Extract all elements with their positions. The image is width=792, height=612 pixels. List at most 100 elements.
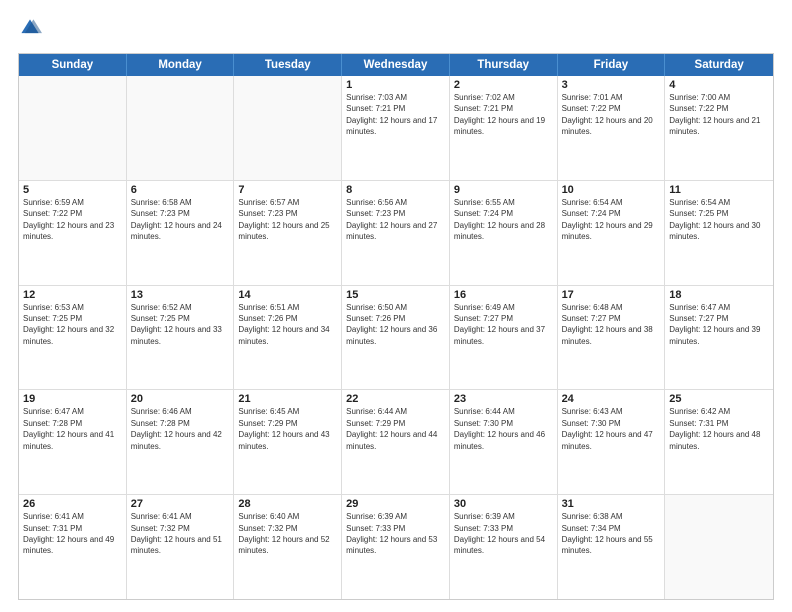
cell-info: Sunrise: 6:41 AMSunset: 7:31 PMDaylight:…: [23, 512, 114, 555]
cell-info: Sunrise: 7:00 AMSunset: 7:22 PMDaylight:…: [669, 93, 760, 136]
calendar-cell: 16 Sunrise: 6:49 AMSunset: 7:27 PMDayligh…: [450, 286, 558, 390]
day-number: 1: [346, 79, 445, 91]
day-number: 11: [669, 184, 769, 196]
calendar-cell: [234, 76, 342, 180]
day-number: 9: [454, 184, 553, 196]
cell-info: Sunrise: 7:01 AMSunset: 7:22 PMDaylight:…: [562, 93, 653, 136]
cell-info: Sunrise: 6:56 AMSunset: 7:23 PMDaylight:…: [346, 198, 437, 241]
cell-info: Sunrise: 6:44 AMSunset: 7:30 PMDaylight:…: [454, 407, 545, 450]
cell-info: Sunrise: 6:54 AMSunset: 7:25 PMDaylight:…: [669, 198, 760, 241]
calendar-cell: 9Sunrise: 6:55 AMSunset: 7:24 PMDaylight…: [450, 181, 558, 285]
calendar-cell: [665, 495, 773, 599]
weekday-header-tuesday: Tuesday: [234, 54, 342, 76]
cell-info: Sunrise: 6:49 AMSunset: 7:27 PMDaylight:…: [454, 303, 545, 346]
day-number: 22: [346, 393, 445, 405]
day-number: 29: [346, 498, 445, 510]
weekday-header-thursday: Thursday: [450, 54, 558, 76]
cell-info: Sunrise: 6:50 AMSunset: 7:26 PMDaylight:…: [346, 303, 437, 346]
day-number: 5: [23, 184, 122, 196]
calendar-cell: 4Sunrise: 7:00 AMSunset: 7:22 PMDaylight…: [665, 76, 773, 180]
cell-info: Sunrise: 6:42 AMSunset: 7:31 PMDaylight:…: [669, 407, 760, 450]
day-number: 16: [454, 289, 553, 301]
calendar-cell: 15 Sunrise: 6:50 AMSunset: 7:26 PMDayligh…: [342, 286, 450, 390]
cell-info: Sunrise: 6:51 AMSunset: 7:26 PMDaylight:…: [238, 303, 329, 346]
cell-info: Sunrise: 6:39 AMSunset: 7:33 PMDaylight:…: [454, 512, 545, 555]
day-number: 18: [669, 289, 769, 301]
calendar-cell: [127, 76, 235, 180]
cell-info: Sunrise: 6:39 AMSunset: 7:33 PMDaylight:…: [346, 512, 437, 555]
day-number: 20: [131, 393, 230, 405]
calendar-cell: 11 Sunrise: 6:54 AMSunset: 7:25 PMDayligh…: [665, 181, 773, 285]
day-number: 13: [131, 289, 230, 301]
calendar-cell: 29 Sunrise: 6:39 AMSunset: 7:33 PMDayligh…: [342, 495, 450, 599]
day-number: 12: [23, 289, 122, 301]
day-number: 8: [346, 184, 445, 196]
calendar-cell: [19, 76, 127, 180]
logo: [18, 16, 44, 45]
cell-info: Sunrise: 6:48 AMSunset: 7:27 PMDaylight:…: [562, 303, 653, 346]
cell-info: Sunrise: 6:44 AMSunset: 7:29 PMDaylight:…: [346, 407, 437, 450]
day-number: 31: [562, 498, 661, 510]
cell-info: Sunrise: 6:57 AMSunset: 7:23 PMDaylight:…: [238, 198, 329, 241]
calendar-cell: 20 Sunrise: 6:46 AMSunset: 7:28 PMDayligh…: [127, 390, 235, 494]
weekday-header-saturday: Saturday: [665, 54, 773, 76]
calendar-cell: 17 Sunrise: 6:48 AMSunset: 7:27 PMDayligh…: [558, 286, 666, 390]
calendar-week-1: 1 Sunrise: 7:03 AMSunset: 7:21 PMDaylight…: [19, 76, 773, 181]
cell-info: Sunrise: 6:52 AMSunset: 7:25 PMDaylight:…: [131, 303, 222, 346]
cell-info: Sunrise: 6:43 AMSunset: 7:30 PMDaylight:…: [562, 407, 653, 450]
calendar-cell: 13 Sunrise: 6:52 AMSunset: 7:25 PMDayligh…: [127, 286, 235, 390]
calendar-week-5: 26 Sunrise: 6:41 AMSunset: 7:31 PMDayligh…: [19, 495, 773, 599]
day-number: 7: [238, 184, 337, 196]
cell-info: Sunrise: 6:53 AMSunset: 7:25 PMDaylight:…: [23, 303, 114, 346]
day-number: 28: [238, 498, 337, 510]
calendar-cell: 8 Sunrise: 6:56 AMSunset: 7:23 PMDaylight…: [342, 181, 450, 285]
day-number: 17: [562, 289, 661, 301]
calendar-cell: 12 Sunrise: 6:53 AMSunset: 7:25 PMDayligh…: [19, 286, 127, 390]
day-number: 27: [131, 498, 230, 510]
day-number: 6: [131, 184, 230, 196]
cell-info: Sunrise: 6:46 AMSunset: 7:28 PMDaylight:…: [131, 407, 222, 450]
calendar-cell: 7 Sunrise: 6:57 AMSunset: 7:23 PMDaylight…: [234, 181, 342, 285]
day-number: 21: [238, 393, 337, 405]
calendar-week-2: 5 Sunrise: 6:59 AMSunset: 7:22 PMDaylight…: [19, 181, 773, 286]
cell-info: Sunrise: 6:45 AMSunset: 7:29 PMDaylight:…: [238, 407, 329, 450]
calendar-cell: 28Sunrise: 6:40 AMSunset: 7:32 PMDayligh…: [234, 495, 342, 599]
day-number: 19: [23, 393, 122, 405]
calendar-cell: 1 Sunrise: 7:03 AMSunset: 7:21 PMDaylight…: [342, 76, 450, 180]
cell-info: Sunrise: 6:38 AMSunset: 7:34 PMDaylight:…: [562, 512, 653, 555]
day-number: 26: [23, 498, 122, 510]
weekday-header-monday: Monday: [127, 54, 235, 76]
day-number: 10: [562, 184, 661, 196]
calendar-cell: 31 Sunrise: 6:38 AMSunset: 7:34 PMDayligh…: [558, 495, 666, 599]
cell-info: Sunrise: 6:47 AMSunset: 7:28 PMDaylight:…: [23, 407, 114, 450]
cell-info: Sunrise: 6:47 AMSunset: 7:27 PMDaylight:…: [669, 303, 760, 346]
calendar-week-3: 12 Sunrise: 6:53 AMSunset: 7:25 PMDayligh…: [19, 286, 773, 391]
calendar-cell: 25 Sunrise: 6:42 AMSunset: 7:31 PMDayligh…: [665, 390, 773, 494]
weekday-header-friday: Friday: [558, 54, 666, 76]
calendar: SundayMondayTuesdayWednesdayThursdayFrid…: [18, 53, 774, 600]
day-number: 30: [454, 498, 553, 510]
logo-icon: [18, 16, 42, 40]
day-number: 25: [669, 393, 769, 405]
page-header: [18, 16, 774, 45]
weekday-header-sunday: Sunday: [19, 54, 127, 76]
calendar-cell: 24 Sunrise: 6:43 AMSunset: 7:30 PMDayligh…: [558, 390, 666, 494]
day-number: 24: [562, 393, 661, 405]
day-number: 3: [562, 79, 661, 91]
calendar-cell: 19 Sunrise: 6:47 AMSunset: 7:28 PMDayligh…: [19, 390, 127, 494]
cell-info: Sunrise: 7:03 AMSunset: 7:21 PMDaylight:…: [346, 93, 437, 136]
calendar-cell: 3 Sunrise: 7:01 AMSunset: 7:22 PMDaylight…: [558, 76, 666, 180]
calendar-cell: 23Sunrise: 6:44 AMSunset: 7:30 PMDayligh…: [450, 390, 558, 494]
calendar-cell: 22 Sunrise: 6:44 AMSunset: 7:29 PMDayligh…: [342, 390, 450, 494]
calendar-header: SundayMondayTuesdayWednesdayThursdayFrid…: [19, 54, 773, 76]
calendar-cell: 6 Sunrise: 6:58 AMSunset: 7:23 PMDaylight…: [127, 181, 235, 285]
calendar-cell: 30 Sunrise: 6:39 AMSunset: 7:33 PMDayligh…: [450, 495, 558, 599]
cell-info: Sunrise: 6:58 AMSunset: 7:23 PMDaylight:…: [131, 198, 222, 241]
cell-info: Sunrise: 6:59 AMSunset: 7:22 PMDaylight:…: [23, 198, 114, 241]
calendar-cell: 5 Sunrise: 6:59 AMSunset: 7:22 PMDaylight…: [19, 181, 127, 285]
calendar-cell: 18 Sunrise: 6:47 AMSunset: 7:27 PMDayligh…: [665, 286, 773, 390]
day-number: 15: [346, 289, 445, 301]
calendar-cell: 26 Sunrise: 6:41 AMSunset: 7:31 PMDayligh…: [19, 495, 127, 599]
cell-info: Sunrise: 6:41 AMSunset: 7:32 PMDaylight:…: [131, 512, 222, 555]
day-number: 14: [238, 289, 337, 301]
